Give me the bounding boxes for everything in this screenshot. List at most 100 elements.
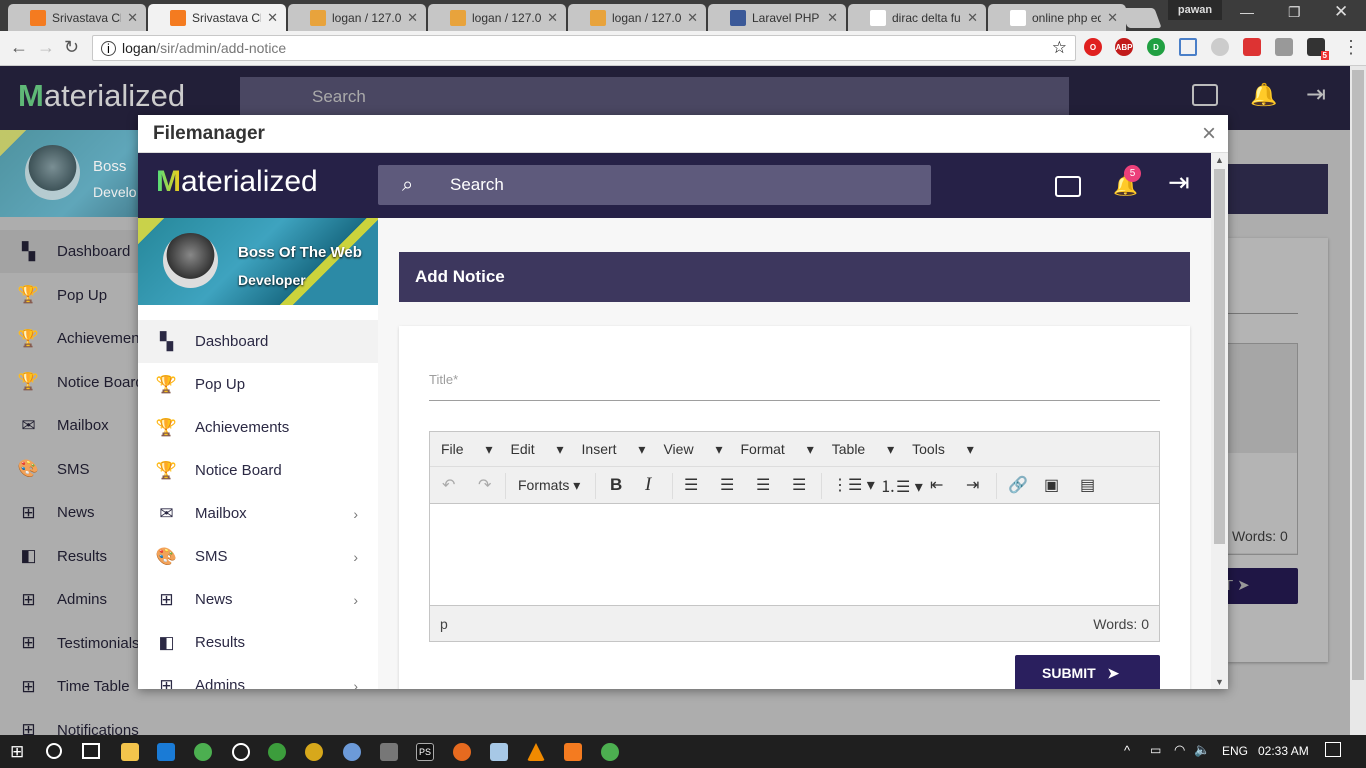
indent-icon[interactable]: ⇥ <box>966 467 979 503</box>
sidebar-item-sms[interactable]: 🎨 SMS › <box>138 535 378 578</box>
menu-format[interactable]: Format ▾ <box>740 441 813 457</box>
browser-tab[interactable]: dirac delta fun ✕ <box>848 4 986 31</box>
close-window-button[interactable]: ✕ <box>1334 2 1348 22</box>
sidebar-item-results[interactable]: ◧ Results <box>138 621 378 664</box>
shield-extension-icon[interactable] <box>1211 38 1229 56</box>
profile-button[interactable]: pawan <box>1168 0 1222 20</box>
tab-close-icon[interactable]: ✕ <box>267 10 278 26</box>
extension-icon[interactable] <box>1243 38 1261 56</box>
modal-close-button[interactable]: × <box>1202 120 1216 148</box>
file-explorer-icon[interactable] <box>121 743 139 761</box>
iframe-scrollbar[interactable]: ▼ ▲ <box>1211 153 1228 689</box>
bold-icon[interactable]: B <box>610 467 622 503</box>
new-tab-button[interactable] <box>1120 8 1162 28</box>
logout-icon[interactable]: ⇥ <box>1168 167 1190 198</box>
numbered-list-icon[interactable]: ⒈☰ ▾ <box>880 467 923 503</box>
align-center-icon[interactable]: ☰ <box>720 467 734 503</box>
menu-tools[interactable]: Tools ▾ <box>912 441 974 457</box>
element-path[interactable]: p <box>440 616 448 632</box>
chrome-icon[interactable] <box>601 743 619 761</box>
search-input[interactable]: ⌕ Search <box>378 165 931 205</box>
outdent-icon[interactable]: ⇤ <box>930 467 943 503</box>
sidebar-item-notice-board[interactable]: 🏆 Notice Board <box>138 449 378 492</box>
image-icon[interactable]: ▣ <box>1044 467 1059 503</box>
minimize-button[interactable]: — <box>1240 4 1254 20</box>
camera-extension-icon[interactable] <box>1275 38 1293 56</box>
task-view-icon[interactable] <box>82 743 100 759</box>
vlc-icon[interactable] <box>527 743 545 761</box>
adblock-extension-icon[interactable]: ABP <box>1115 38 1133 56</box>
photoshop-icon[interactable]: PS <box>416 743 434 761</box>
menu-table[interactable]: Table ▾ <box>832 441 894 457</box>
browser-tab[interactable]: online php edi ✕ <box>988 4 1126 31</box>
tab-close-icon[interactable]: ✕ <box>127 10 138 26</box>
opera-extension-icon[interactable]: O <box>1084 38 1102 56</box>
align-justify-icon[interactable]: ☰ <box>792 467 806 503</box>
clock[interactable]: 02:33 AM <box>1258 744 1309 758</box>
start-button[interactable]: ⊞ <box>10 742 24 762</box>
tab-close-icon[interactable]: ✕ <box>687 10 698 26</box>
menu-kebab-icon[interactable]: ⋮ <box>1342 37 1360 58</box>
tray-chevron-icon[interactable]: ^ <box>1124 743 1130 758</box>
link-icon[interactable]: 🔗 <box>1008 467 1028 503</box>
sidebar-item-dashboard[interactable]: ▚ Dashboard <box>138 320 378 363</box>
app-icon[interactable] <box>268 743 286 761</box>
cortana-icon[interactable] <box>46 743 62 759</box>
xampp-icon[interactable] <box>564 743 582 761</box>
tab-close-icon[interactable]: ✕ <box>967 10 978 26</box>
browser-tab[interactable]: Srivastava Clas ✕ <box>8 4 146 31</box>
notepad-icon[interactable] <box>490 743 508 761</box>
reload-button[interactable]: ↻ <box>64 37 79 58</box>
forward-button[interactable]: → <box>37 37 55 58</box>
align-right-icon[interactable]: ☰ <box>756 467 770 503</box>
action-center-icon[interactable] <box>1325 742 1341 757</box>
edge-icon[interactable] <box>157 743 175 761</box>
app-icon[interactable] <box>343 743 361 761</box>
align-left-icon[interactable]: ☰ <box>684 467 698 503</box>
redo-icon[interactable]: ↷ <box>478 467 491 503</box>
menu-edit[interactable]: Edit ▾ <box>510 441 563 457</box>
menu-view[interactable]: View ▾ <box>663 441 722 457</box>
editor-content-area[interactable] <box>430 504 1159 605</box>
firefox-icon[interactable] <box>453 743 471 761</box>
wifi-icon[interactable]: ◠ <box>1174 742 1185 758</box>
restore-button[interactable]: ❐ <box>1288 4 1301 21</box>
sidebar-item-pop-up[interactable]: 🏆 Pop Up <box>138 363 378 406</box>
fullscreen-icon[interactable] <box>1055 176 1081 197</box>
formats-dropdown[interactable]: Formats ▾ <box>518 467 580 503</box>
browser-tab[interactable]: Srivastava Clas ✕ <box>148 4 286 31</box>
tab-close-icon[interactable]: ✕ <box>407 10 418 26</box>
tab-close-icon[interactable]: ✕ <box>827 10 838 26</box>
title-input[interactable]: Title* <box>429 372 1160 401</box>
back-button[interactable]: ← <box>10 37 28 58</box>
sidebar-item-achievements[interactable]: 🏆 Achievements <box>138 406 378 449</box>
battery-icon[interactable]: ▭ <box>1150 743 1161 757</box>
chrome-icon[interactable] <box>194 743 212 761</box>
tab-close-icon[interactable]: ✕ <box>547 10 558 26</box>
italic-icon[interactable]: I <box>645 467 651 503</box>
extension-icon[interactable]: D <box>1147 38 1165 56</box>
app-icon[interactable] <box>305 743 323 761</box>
app-icon[interactable] <box>380 743 398 761</box>
volume-icon[interactable]: 🔈 <box>1194 742 1210 758</box>
sidebar-item-news[interactable]: ⊞ News › <box>138 578 378 621</box>
page-scrollbar[interactable] <box>1350 66 1366 735</box>
browser-tab[interactable]: logan / 127.0.0 ✕ <box>428 4 566 31</box>
scrollbar-thumb[interactable] <box>1214 169 1225 544</box>
extension-icon[interactable]: 5 <box>1307 38 1329 60</box>
info-icon[interactable]: i <box>101 40 116 56</box>
sidebar-item-mailbox[interactable]: ✉ Mailbox › <box>138 492 378 535</box>
undo-icon[interactable]: ↶ <box>442 467 455 503</box>
language-indicator[interactable]: ENG <box>1222 744 1248 758</box>
browser-tab[interactable]: logan / 127.0.0 ✕ <box>288 4 426 31</box>
menu-insert[interactable]: Insert ▾ <box>582 441 646 457</box>
tab-close-icon[interactable]: ✕ <box>1107 10 1118 26</box>
browser-tab[interactable]: logan / 127.0.0 ✕ <box>568 4 706 31</box>
bullet-list-icon[interactable]: ⋮☰ ▾ <box>832 467 875 503</box>
app-logo[interactable]: Materialized <box>156 165 318 199</box>
app-icon[interactable] <box>232 743 250 761</box>
menu-file[interactable]: File ▾ <box>441 441 492 457</box>
url-input[interactable]: i logan/sir/admin/add-notice ☆ <box>92 35 1076 61</box>
bookmark-star-icon[interactable]: ☆ <box>1052 38 1067 58</box>
screen-capture-extension-icon[interactable] <box>1179 38 1197 56</box>
